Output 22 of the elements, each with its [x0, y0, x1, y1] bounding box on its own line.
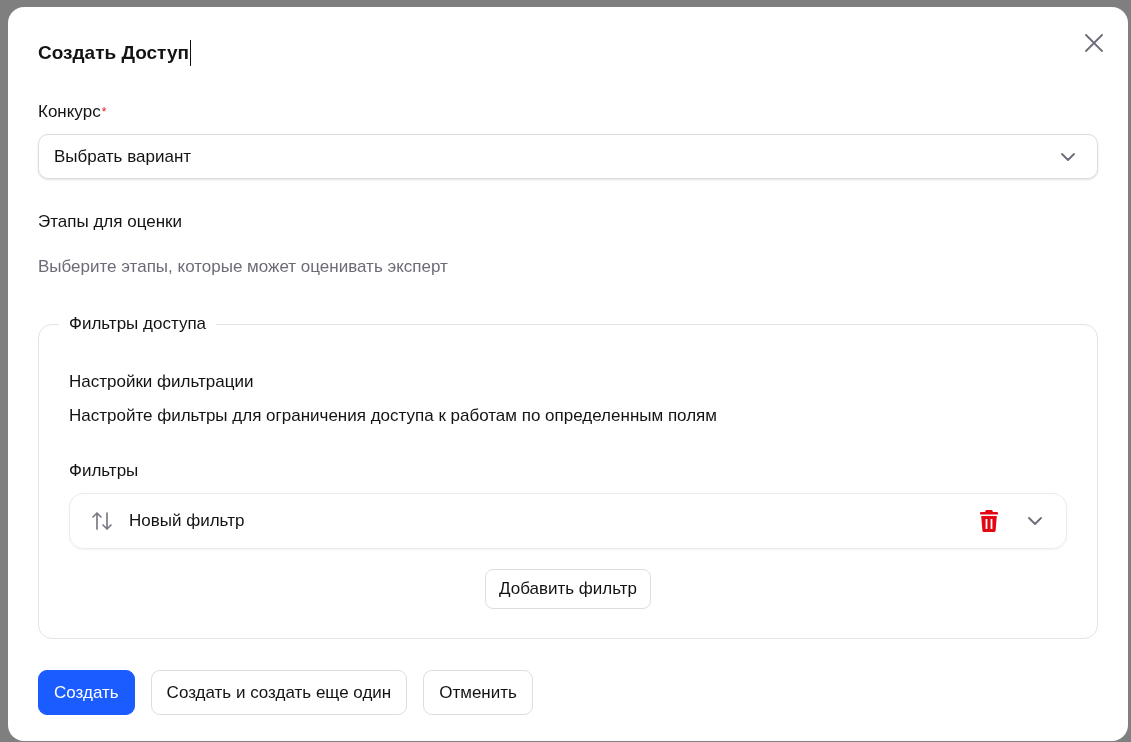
hint-text: Выберите этапы, которые может оценивать эксперт [38, 257, 449, 277]
filter-item[interactable]: Новый фильтр [69, 493, 1067, 549]
up-down-arrows-icon[interactable] [91, 510, 113, 532]
required-mark: * [101, 104, 107, 121]
close-icon [1085, 34, 1103, 52]
section-description: Настройте фильтры для ограничения доступа к работам по определенным полям [69, 406, 718, 426]
field-label: Этапы для оценки [38, 212, 183, 232]
trash-icon[interactable] [980, 510, 998, 532]
add-filter-button[interactable]: Добавить фильтр [485, 569, 651, 609]
filter-name: Новый фильтр [129, 510, 246, 533]
create-button[interactable]: Создать [38, 670, 135, 715]
section-heading: Настройки фильтрации [69, 372, 255, 392]
dialog-title: Создать Доступ [38, 41, 189, 65]
chevron-down-icon[interactable] [1028, 517, 1042, 525]
close-button[interactable] [1083, 32, 1105, 54]
secondary-button[interactable]: Создать и создать еще один [150, 670, 408, 715]
field-label: Конкурс [38, 102, 101, 122]
select-field[interactable]: Выбрать вариант [38, 134, 1098, 179]
field-label: Фильтры [69, 461, 140, 481]
secondary-button[interactable]: Отменить [423, 670, 533, 715]
chevron-down-icon[interactable] [1061, 152, 1075, 161]
panel-legend: Фильтры доступа [59, 314, 217, 334]
